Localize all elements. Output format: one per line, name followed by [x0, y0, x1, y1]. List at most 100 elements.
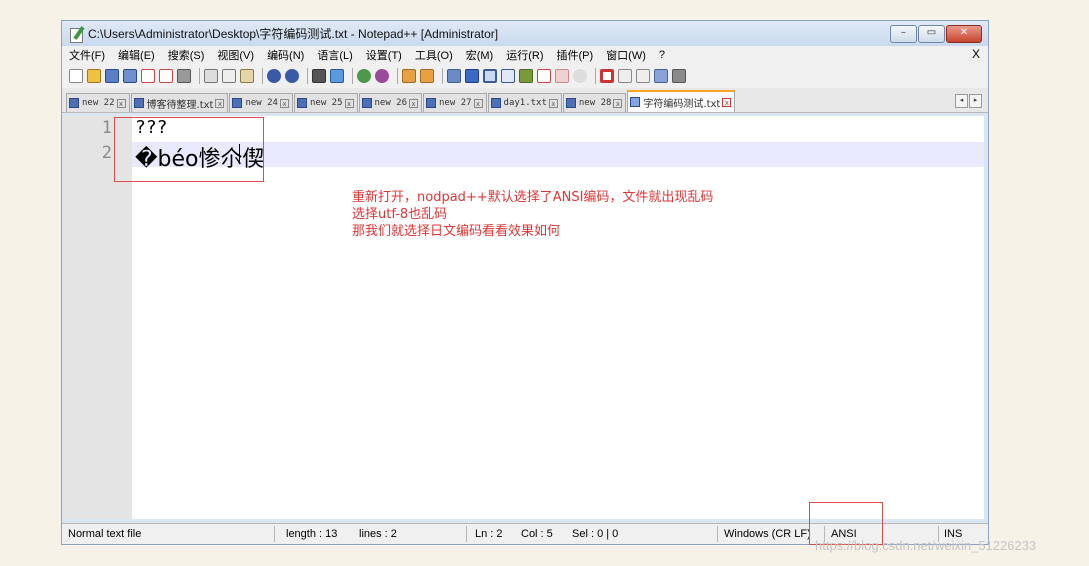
doc-list-icon[interactable]: [555, 69, 569, 83]
sync-vertical-icon[interactable]: [402, 69, 416, 83]
tab-new-26[interactable]: new 26 x: [358, 93, 423, 112]
sync-horizontal-icon[interactable]: [420, 69, 434, 83]
menu-search[interactable]: 搜索(S): [161, 47, 211, 63]
show-all-chars-icon[interactable]: [465, 69, 479, 83]
tab-scroll-left-button[interactable]: ◂: [955, 94, 968, 108]
tab-encoding-test[interactable]: 字符编码测试.txt x: [627, 90, 736, 112]
menu-view[interactable]: 视图(V): [210, 47, 260, 63]
cut-icon[interactable]: [204, 69, 218, 83]
zoom-in-icon[interactable]: [357, 69, 371, 83]
close-button[interactable]: ✕: [946, 25, 982, 43]
new-file-icon[interactable]: [69, 69, 83, 83]
status-separator: [466, 526, 467, 542]
close-all-icon[interactable]: [159, 69, 173, 83]
title-bar[interactable]: C:\Users\Administrator\Desktop\字符编码测试.tx…: [62, 21, 988, 46]
status-length: length : 13: [286, 528, 338, 540]
minimize-button[interactable]: –: [890, 25, 917, 43]
print-icon[interactable]: [177, 69, 191, 83]
tab-scroll-right-button[interactable]: ▸: [969, 94, 982, 108]
tab-new-24[interactable]: new 24 x: [229, 93, 293, 112]
copy-icon[interactable]: [222, 69, 236, 83]
tab-close-icon[interactable]: x: [116, 98, 126, 108]
document-tab-bar: new 22 x 博客待整理.txt x new 24 x new 25 x new 2…: [62, 88, 988, 113]
save-icon[interactable]: [105, 69, 119, 83]
toolbar-separator: [442, 68, 443, 84]
tab-label: day1.txt: [503, 98, 547, 108]
find-icon[interactable]: [312, 69, 326, 83]
function-list-icon[interactable]: [519, 69, 533, 83]
folder-as-workspace-icon[interactable]: [537, 69, 551, 83]
menu-tools[interactable]: 工具(O): [408, 47, 459, 63]
tab-new-28[interactable]: new 28 x: [562, 93, 627, 112]
toolbar-separator: [262, 68, 263, 84]
save-state-icon: [296, 98, 307, 108]
annotation-line: 选择utf-8也乱码: [352, 207, 448, 222]
status-separator: [274, 526, 275, 542]
tab-label: new 24: [245, 98, 278, 108]
save-all-icon[interactable]: [123, 69, 137, 83]
status-selection: Sel : 0 | 0: [572, 528, 619, 540]
run-macro-multiple-icon[interactable]: [654, 69, 668, 83]
toolbar-separator: [307, 68, 308, 84]
status-lines: lines : 2: [359, 528, 397, 540]
indent-guide-icon[interactable]: [483, 69, 497, 83]
menu-file[interactable]: 文件(F): [62, 47, 111, 63]
tab-label: 博客待整理.txt: [146, 99, 214, 111]
tab-close-icon[interactable]: x: [473, 98, 483, 108]
save-state-icon: [69, 98, 79, 108]
status-column: Col : 5: [521, 528, 553, 540]
tab-label: new 28: [578, 98, 612, 108]
menu-window[interactable]: 窗口(W): [599, 47, 652, 63]
maximize-button[interactable]: ▭: [918, 25, 945, 43]
paste-icon[interactable]: [240, 69, 254, 83]
close-document-x[interactable]: X: [972, 47, 980, 61]
status-file-type: Normal text file: [68, 528, 142, 540]
status-eol-format[interactable]: Windows (CR LF): [724, 528, 811, 540]
tab-close-icon[interactable]: x: [215, 98, 225, 108]
word-wrap-icon[interactable]: [447, 69, 461, 83]
record-macro-icon[interactable]: [600, 69, 614, 83]
tab-new-27[interactable]: new 27 x: [423, 93, 487, 112]
menu-language[interactable]: 语言(L): [310, 47, 358, 63]
tab-new-25[interactable]: new 25 x: [293, 93, 358, 112]
status-separator: [717, 526, 718, 542]
save-state-icon: [490, 98, 501, 108]
tab-label: new 27: [439, 98, 472, 108]
tab-close-icon[interactable]: x: [548, 98, 558, 108]
save-state-icon: [133, 98, 144, 108]
tab-close-icon[interactable]: x: [722, 97, 732, 107]
menu-macro[interactable]: 宏(M): [459, 47, 500, 63]
monitoring-icon[interactable]: [573, 69, 587, 83]
menu-run[interactable]: 运行(R): [499, 47, 549, 63]
close-file-icon[interactable]: [141, 69, 155, 83]
open-file-icon[interactable]: [87, 69, 101, 83]
menu-edit[interactable]: 编辑(E): [111, 47, 161, 63]
annotation-line: 重新打开，nodpad++默认选择了ANSI编码，文件就出现乱码: [352, 190, 714, 205]
redo-icon[interactable]: [285, 69, 299, 83]
replace-icon[interactable]: [330, 69, 344, 83]
menu-settings[interactable]: 设置(T): [359, 47, 408, 63]
tab-close-icon[interactable]: x: [344, 98, 354, 108]
stop-macro-icon[interactable]: [618, 69, 632, 83]
doc-map-icon[interactable]: [501, 69, 515, 83]
watermark-text: https://blog.csdn.net/weixin_51226233: [815, 538, 1037, 553]
highlight-box-garbled-text: [114, 117, 264, 182]
tab-close-icon[interactable]: x: [409, 98, 419, 108]
status-line-number: Ln : 2: [475, 528, 503, 540]
tab-close-icon[interactable]: x: [613, 98, 623, 108]
play-macro-icon[interactable]: [636, 69, 650, 83]
tab-day1[interactable]: day1.txt x: [487, 93, 562, 112]
tab-new-22[interactable]: new 22 x: [66, 93, 130, 112]
annotation-line: 那我们就选择日文编码看看效果如何: [352, 224, 561, 239]
save-state-icon: [565, 98, 576, 108]
menu-plugins[interactable]: 插件(P): [550, 47, 600, 63]
toolbar-separator: [199, 68, 200, 84]
save-state-icon: [232, 98, 243, 108]
menu-encoding[interactable]: 编码(N): [260, 47, 310, 63]
tab-blog-draft[interactable]: 博客待整理.txt x: [130, 93, 229, 112]
tab-close-icon[interactable]: x: [279, 98, 289, 108]
undo-icon[interactable]: [267, 69, 281, 83]
zoom-out-icon[interactable]: [375, 69, 389, 83]
save-macro-icon[interactable]: [672, 69, 686, 83]
menu-help[interactable]: ?: [652, 49, 671, 61]
